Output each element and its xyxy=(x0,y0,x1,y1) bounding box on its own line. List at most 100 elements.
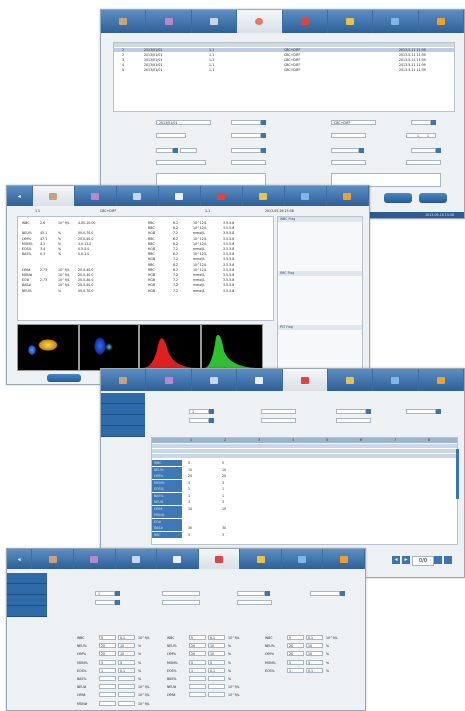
target-field[interactable] xyxy=(189,692,206,698)
table-row[interactable]: EOS% 1 1 xyxy=(152,486,457,492)
limit-field[interactable]: 10 xyxy=(306,643,323,649)
next-page-icon[interactable]: ▸ xyxy=(402,556,410,564)
last-page-icon[interactable] xyxy=(444,556,452,564)
table-row[interactable]: RBC 3 3 xyxy=(152,531,457,538)
date-field[interactable]: 2013/01/01 xyxy=(156,120,211,125)
limit-field[interactable]: 0.1 xyxy=(118,667,135,673)
table-row[interactable]: 3 2013/01/01 1-1 CBC+DIFF 2013-5-11 11:39 xyxy=(114,58,454,62)
table-row[interactable]: EO# xyxy=(152,518,457,525)
table-row[interactable]: WBC 5 5 xyxy=(152,460,457,466)
tab-chart[interactable] xyxy=(282,369,328,391)
table-row[interactable] xyxy=(152,454,457,458)
table-row[interactable]: 2 2013/01/01 1-1 CBC+DIFF 2013-5-11 11:39 xyxy=(114,53,454,57)
filter-field-5[interactable] xyxy=(180,148,197,153)
target-field[interactable]: 5 xyxy=(99,635,116,640)
limit-field[interactable]: 5 xyxy=(306,659,323,665)
tab-report[interactable] xyxy=(323,549,365,569)
limit-field[interactable] xyxy=(208,684,225,690)
dropdown-button[interactable] xyxy=(436,148,441,153)
tab-analysis[interactable] xyxy=(75,186,117,206)
cancel-button[interactable] xyxy=(419,193,447,203)
tab-chart[interactable] xyxy=(283,10,328,33)
limit-field[interactable]: 0.1 xyxy=(118,635,135,640)
tab-back[interactable]: ◂ xyxy=(7,549,33,569)
prev-page-icon[interactable]: ◂ xyxy=(392,556,400,564)
qc-field-b[interactable] xyxy=(261,418,296,423)
filter-field-1[interactable] xyxy=(231,120,261,125)
qc-field-d[interactable] xyxy=(237,600,272,605)
tab-qc[interactable] xyxy=(116,549,158,569)
sidebar-item-2[interactable] xyxy=(101,404,145,415)
qc-file-select[interactable]: 1 xyxy=(95,591,115,596)
limit-field[interactable] xyxy=(118,676,135,681)
tab-sample[interactable] xyxy=(101,10,147,33)
limit-field[interactable]: 5 xyxy=(208,659,225,665)
filter-field-8[interactable] xyxy=(231,160,266,165)
limit-field[interactable]: 5 xyxy=(118,659,135,665)
target-field[interactable]: 1 xyxy=(189,667,206,673)
limit-field[interactable]: 10 xyxy=(118,643,135,649)
tab-reagent[interactable] xyxy=(243,186,285,206)
sidebar-item-4[interactable] xyxy=(101,426,145,437)
table-row[interactable]: NEU# 3 3 xyxy=(152,499,457,505)
sidebar-item-1[interactable] xyxy=(7,573,47,584)
sidebar-item-3[interactable] xyxy=(101,415,145,426)
target-field[interactable] xyxy=(99,700,116,706)
tab-qc[interactable] xyxy=(192,369,238,391)
limit-field[interactable]: 10 xyxy=(118,651,135,657)
target-field[interactable]: 20 xyxy=(99,643,116,649)
tab-report[interactable] xyxy=(327,186,369,206)
target-field[interactable]: 20 xyxy=(287,651,304,657)
tab-sample[interactable] xyxy=(32,186,75,206)
tab-reagent[interactable] xyxy=(328,10,374,33)
target-field[interactable]: 1 xyxy=(287,667,304,673)
qc-field-a[interactable] xyxy=(162,591,200,596)
qc-field-c[interactable] xyxy=(237,591,265,596)
tab-review[interactable] xyxy=(159,186,201,206)
tab-review[interactable] xyxy=(157,549,199,569)
limit-field[interactable] xyxy=(118,684,135,690)
filter-field-14[interactable] xyxy=(406,160,441,165)
target-field[interactable]: 5 xyxy=(287,659,304,665)
table-row[interactable]: MON% 3 3 xyxy=(152,479,457,486)
filter-field-6[interactable] xyxy=(231,148,261,153)
tab-analysis[interactable] xyxy=(146,369,192,391)
table-row[interactable]: LYM% 20 20 xyxy=(152,473,457,479)
filter-field-13[interactable] xyxy=(331,160,366,165)
page-field[interactable]: 11 xyxy=(406,133,436,138)
limit-field[interactable] xyxy=(118,700,135,706)
table-row[interactable]: MON# xyxy=(152,512,457,518)
limit-field[interactable] xyxy=(208,676,225,681)
limit-field[interactable]: 0.1 xyxy=(208,635,225,640)
tab-qc[interactable] xyxy=(117,186,159,206)
tab-analysis[interactable] xyxy=(74,549,116,569)
filter-field-12[interactable] xyxy=(411,148,436,153)
qc-field-e[interactable] xyxy=(406,409,436,414)
dropdown-button[interactable] xyxy=(261,148,266,153)
qc-field-e[interactable] xyxy=(310,591,340,596)
target-field[interactable]: 5 xyxy=(189,635,206,640)
qc-file-select[interactable]: 1 xyxy=(189,409,209,414)
dropdown-button[interactable] xyxy=(115,591,120,596)
qc-field-a[interactable] xyxy=(261,409,296,414)
tab-reagent[interactable] xyxy=(240,549,282,569)
dropdown-button[interactable] xyxy=(173,148,178,153)
limit-field[interactable] xyxy=(208,692,225,698)
sidebar-item-3[interactable] xyxy=(7,595,47,606)
dropdown-button[interactable] xyxy=(115,600,120,605)
tab-report[interactable] xyxy=(419,10,464,33)
filter-field-11[interactable] xyxy=(331,148,359,153)
filter-field-9[interactable] xyxy=(411,120,431,125)
qc-field-c[interactable] xyxy=(336,409,366,414)
tab-chart[interactable] xyxy=(201,186,243,206)
limit-field[interactable]: 10 xyxy=(208,643,225,649)
dropdown-button[interactable] xyxy=(265,591,270,596)
dropdown-button[interactable] xyxy=(261,120,266,125)
tab-chart[interactable] xyxy=(198,549,241,569)
mode-field[interactable]: CBC+DIFF xyxy=(331,120,376,125)
tab-sample[interactable] xyxy=(101,369,147,391)
limit-field[interactable] xyxy=(118,692,135,698)
tab-review[interactable] xyxy=(237,10,283,33)
target-field[interactable]: 20 xyxy=(189,651,206,657)
filter-field-3[interactable] xyxy=(231,133,261,138)
